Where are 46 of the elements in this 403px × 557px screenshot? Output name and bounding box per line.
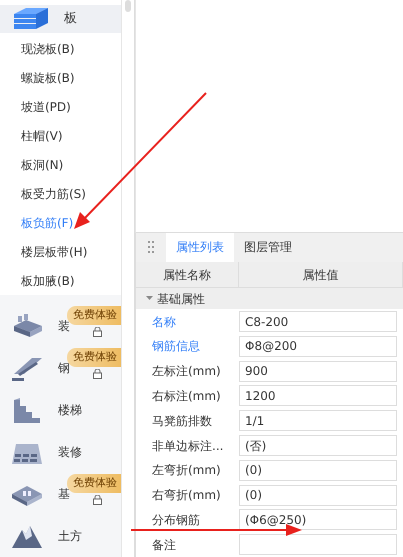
property-name: 右标注(mm) xyxy=(151,388,222,405)
category-item[interactable]: 基 免费体验 xyxy=(0,473,121,515)
property-value-field[interactable]: 1/1 xyxy=(239,410,397,432)
category-header[interactable]: 板 xyxy=(0,5,121,33)
sidebar-item[interactable]: 板负筋(F) xyxy=(0,208,121,237)
property-name: 左标注(mm) xyxy=(151,363,222,380)
column-header: 属性值 xyxy=(239,262,403,288)
column-header: 属性名称 xyxy=(136,262,239,288)
property-value-field[interactable]: (0) xyxy=(239,460,397,481)
property-name: 右弯折(mm) xyxy=(151,487,222,504)
property-name: 名称 xyxy=(151,314,177,331)
category-item[interactable]: 装 免费体验 xyxy=(0,305,121,347)
free-trial-tag: 免费体验 xyxy=(67,306,121,324)
sidebar-item[interactable]: 螺旋板(B) xyxy=(0,63,121,92)
sidebar-item[interactable]: 现浇板(B) xyxy=(0,34,121,63)
drag-handle-icon[interactable] xyxy=(148,240,154,254)
category-item[interactable]: 楼梯 xyxy=(0,389,121,431)
property-value-field[interactable]: Φ8@200 xyxy=(239,336,397,357)
slab-stack-icon xyxy=(12,6,50,32)
panel-tab[interactable]: 图层管理 xyxy=(234,232,302,262)
property-name: 马凳筋排数 xyxy=(151,412,213,430)
scrollbar-thumb[interactable] xyxy=(125,0,131,12)
sidebar-item[interactable]: 板受力筋(S) xyxy=(0,179,121,208)
category-item[interactable]: 土方 xyxy=(0,515,121,557)
collapse-triangle-icon[interactable] xyxy=(146,296,153,302)
property-value-field[interactable]: (0) xyxy=(239,484,397,506)
category-item[interactable]: 钢 免费体验 xyxy=(0,347,121,389)
sidebar-item[interactable]: 板加腋(B) xyxy=(0,266,121,295)
group-row[interactable]: 基础属性 xyxy=(135,288,403,310)
property-name: 钢筋信息 xyxy=(151,338,201,356)
sidebar-item[interactable]: 坡道(PD) xyxy=(0,92,121,121)
property-name: 非单边标注... xyxy=(151,438,224,455)
property-name: 左弯折(mm) xyxy=(151,462,222,480)
free-trial-tag: 免费体验 xyxy=(67,474,121,492)
property-value-field[interactable]: 900 xyxy=(239,360,397,382)
property-name: 分布钢筋 xyxy=(151,512,201,529)
sidebar-item[interactable]: 板洞(N) xyxy=(0,150,121,179)
category-item[interactable]: 装修 xyxy=(0,431,121,473)
panel-tab[interactable]: 属性列表 xyxy=(166,232,234,262)
property-value-field[interactable]: C8-200 xyxy=(239,311,397,332)
property-value-field[interactable] xyxy=(239,534,397,556)
property-name: 备注 xyxy=(151,536,177,554)
property-value-field[interactable]: (否) xyxy=(239,435,397,456)
property-value-field[interactable]: 1200 xyxy=(239,385,397,406)
sidebar-item[interactable]: 楼层板带(H) xyxy=(0,237,121,266)
sidebar-item[interactable]: 柱帽(V) xyxy=(0,121,121,150)
